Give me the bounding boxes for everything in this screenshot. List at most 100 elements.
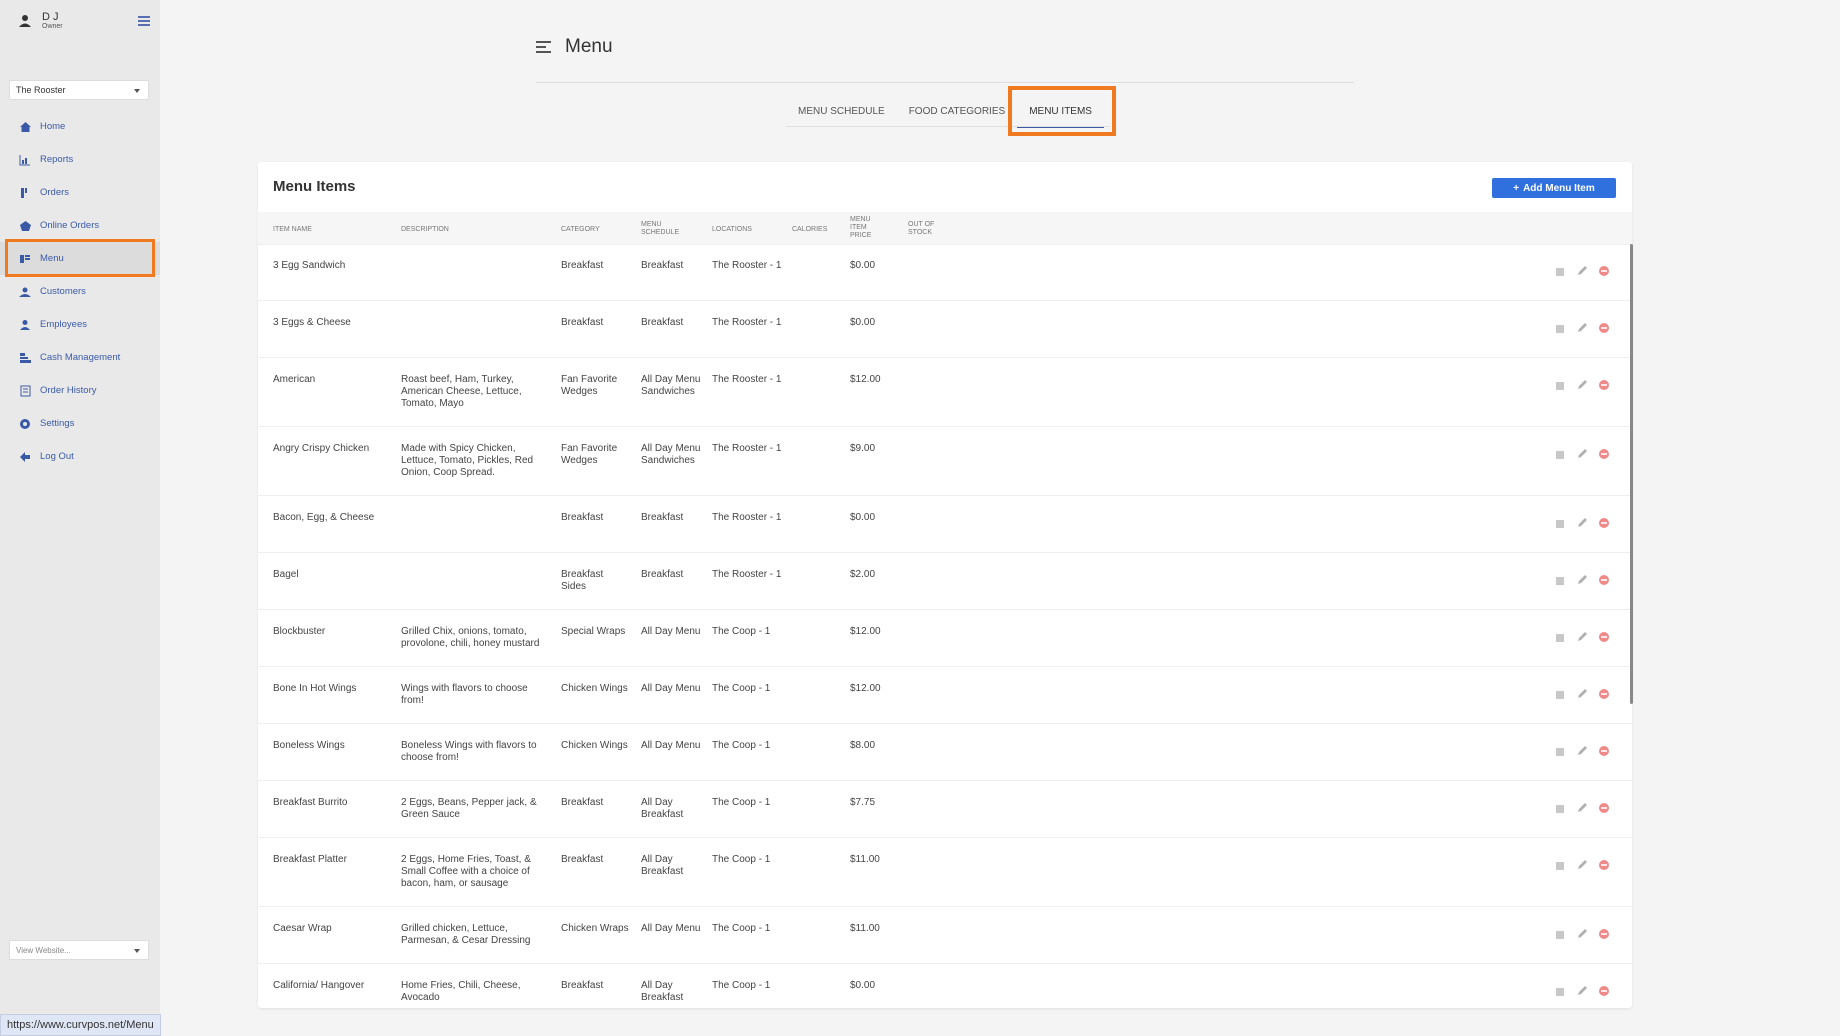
delete-icon[interactable] [1598,264,1610,282]
copy-icon[interactable] [1554,858,1566,876]
item-name-cell: Bagel [273,569,299,580]
sidebar-item-reports[interactable]: Reports [0,143,160,176]
delete-icon[interactable] [1598,516,1610,534]
table-row[interactable]: Breakfast Burrito 2 Eggs, Beans, Pepper j… [258,781,1632,838]
sidebar-item-menu[interactable]: Menu [0,239,160,277]
copy-icon[interactable] [1554,447,1566,465]
table-row[interactable]: Caesar Wrap Grilled chicken, Lettuce, Par… [258,907,1632,964]
copy-icon[interactable] [1554,927,1566,945]
delete-icon[interactable] [1598,630,1610,648]
column-header-menu-schedule[interactable]: MENU SCHEDULE [641,221,681,237]
sidebar-item-order-history[interactable]: Order History [0,374,160,407]
delete-icon[interactable] [1598,447,1610,465]
menu-icon [18,252,32,266]
sidebar-item-home[interactable]: Home [0,110,160,143]
location-select[interactable]: The Rooster [9,80,149,100]
location-cell: The Coop - 1 [712,854,771,865]
edit-pencil-icon[interactable] [1576,573,1588,591]
table-row[interactable]: Boneless Wings Boneless Wings with flavor… [258,724,1632,781]
sidebar-item-orders[interactable]: Orders [0,176,160,209]
column-header-item-name[interactable]: ITEM NAME [273,226,312,234]
table-row[interactable]: California/ Hangover Home Fries, Chili, C… [258,964,1632,1008]
sidebar-item-online-orders[interactable]: Online Orders [0,209,160,242]
chevron-down-icon [134,89,140,93]
tab-menu-schedule[interactable]: MENU SCHEDULE [786,100,897,126]
sidebar-item-settings[interactable]: Settings [0,407,160,440]
column-header-calories[interactable]: CALORIES [792,226,827,234]
delete-icon[interactable] [1598,801,1610,819]
item-name-cell: Caesar Wrap [273,923,332,934]
table-body: 3 Egg Sandwich Breakfast Breakfast The Roos… [258,244,1632,1008]
column-header-category[interactable]: CATEGORY [561,226,600,234]
delete-icon[interactable] [1598,378,1610,396]
edit-pencil-icon[interactable] [1576,927,1588,945]
delete-icon[interactable] [1598,573,1610,591]
edit-pencil-icon[interactable] [1576,321,1588,339]
edit-pencil-icon[interactable] [1576,630,1588,648]
copy-icon[interactable] [1554,516,1566,534]
copy-icon[interactable] [1554,378,1566,396]
edit-pencil-icon[interactable] [1576,264,1588,282]
delete-icon[interactable] [1598,858,1610,876]
sidebar-item-cash-management[interactable]: Cash Management [0,341,160,374]
location-cell: The Coop - 1 [712,740,771,751]
table-scrollbar[interactable] [1630,244,1633,704]
edit-pencil-icon[interactable] [1576,447,1588,465]
sidebar-item-customers[interactable]: Customers [0,275,160,308]
edit-pencil-icon[interactable] [1576,801,1588,819]
table-row[interactable]: Bone In Hot Wings Wings with flavors to c… [258,667,1632,724]
copy-icon[interactable] [1554,687,1566,705]
sidebar-menu-icon[interactable] [138,16,150,26]
delete-icon[interactable] [1598,687,1610,705]
item-name-cell: American [273,374,316,385]
copy-icon[interactable] [1554,744,1566,762]
table-row[interactable]: Angry Crispy Chicken Made with Spicy Chic… [258,427,1632,496]
column-header-out-of-stock[interactable]: OUT OF STOCK [908,221,938,237]
copy-icon[interactable] [1554,573,1566,591]
view-website-select[interactable]: View Website... [9,940,149,960]
sidebar-item-label: Online Orders [40,220,100,231]
table-row[interactable]: Blockbuster Grilled Chix, onions, tomato,… [258,610,1632,667]
sidebar-item-log-out[interactable]: Log Out [0,440,160,473]
tab-food-categories[interactable]: FOOD CATEGORIES [897,100,1018,126]
copy-icon[interactable] [1554,264,1566,282]
add-menu-item-button[interactable]: + Add Menu Item [1492,178,1616,198]
row-actions [1554,378,1610,396]
sidebar-item-employees[interactable]: Employees [0,308,160,341]
category-cell: Fan Favorite Wedges [561,374,618,397]
card-title: Menu Items [273,178,356,195]
delete-icon[interactable] [1598,927,1610,945]
row-actions [1554,744,1610,762]
user-profile[interactable]: D J Owner [18,12,63,30]
edit-pencil-icon[interactable] [1576,858,1588,876]
menu-schedule-cell: Breakfast [641,512,684,523]
description-cell: 2 Eggs, Beans, Pepper jack, & Green Sauc… [401,797,537,820]
menu-schedule-cell: All Day Breakfast [641,854,684,877]
column-header-locations[interactable]: LOCATIONS [712,226,752,234]
table-row[interactable]: 3 Eggs & Cheese Breakfast Breakfast The Roo… [258,301,1632,358]
table-row[interactable]: Breakfast Platter 2 Eggs, Home Fries, Toa… [258,838,1632,907]
edit-pencil-icon[interactable] [1576,744,1588,762]
location-select-value: The Rooster [16,85,66,95]
column-header-description[interactable]: DESCRIPTION [401,226,449,234]
menu-toggle-icon[interactable] [536,41,551,53]
edit-pencil-icon[interactable] [1576,516,1588,534]
table-row[interactable]: Bagel Breakfast Sides Breakfast The Rooster… [258,553,1632,610]
edit-pencil-icon[interactable] [1576,378,1588,396]
copy-icon[interactable] [1554,321,1566,339]
table-row[interactable]: 3 Egg Sandwich Breakfast Breakfast The Roos… [258,244,1632,301]
column-header-price[interactable]: MENU ITEM PRICE [850,216,880,240]
edit-pencil-icon[interactable] [1576,984,1588,1002]
copy-icon[interactable] [1554,984,1566,1002]
table-row[interactable]: Bacon, Egg, & Cheese Breakfast Breakfast Th… [258,496,1632,553]
edit-pencil-icon[interactable] [1576,687,1588,705]
copy-icon[interactable] [1554,801,1566,819]
item-name-cell: Bacon, Egg, & Cheese [273,512,375,523]
table-row[interactable]: American Roast beef, Ham, Turkey, America… [258,358,1632,427]
table-header: ITEM NAME DESCRIPTION CATEGORY MENU SCHE… [258,212,1632,245]
delete-icon[interactable] [1598,984,1610,1002]
user-name: D J [42,11,59,23]
copy-icon[interactable] [1554,630,1566,648]
delete-icon[interactable] [1598,744,1610,762]
delete-icon[interactable] [1598,321,1610,339]
